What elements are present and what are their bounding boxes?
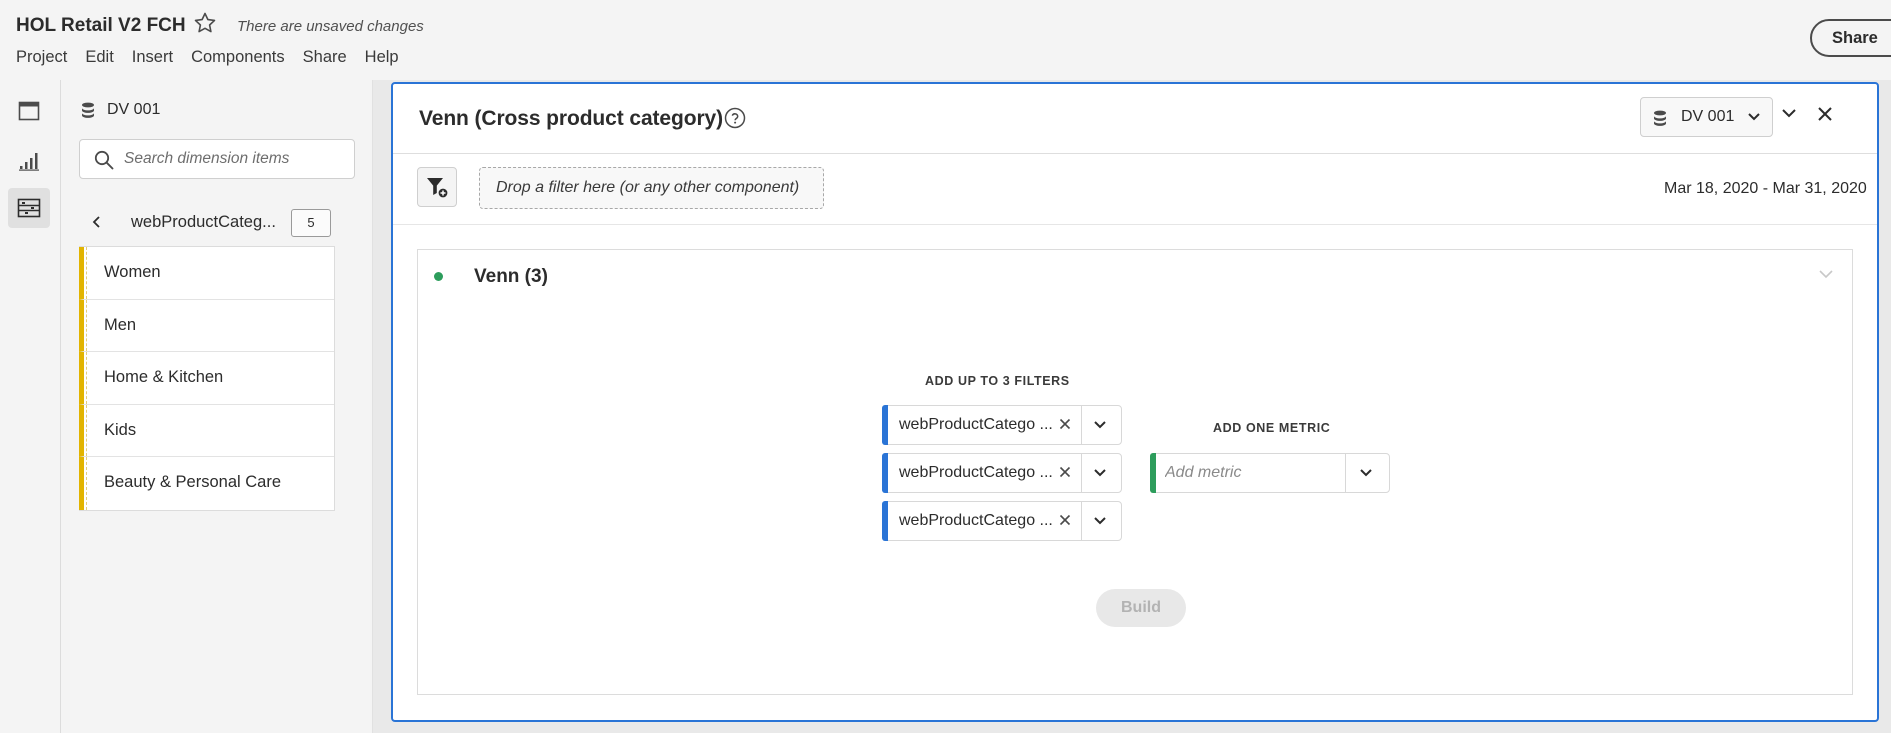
list-item-label: Men <box>104 315 137 334</box>
chevron-down-icon[interactable] <box>1818 268 1834 280</box>
panel-resize-handle[interactable] <box>373 80 391 733</box>
list-item-label: Beauty & Personal Care <box>104 473 282 492</box>
filter-accent-bar <box>882 405 888 445</box>
chevron-down-icon[interactable] <box>1093 467 1107 479</box>
filter-drop-zone[interactable]: Drop a filter here (or any other compone… <box>479 167 824 209</box>
chevron-down-icon[interactable] <box>1780 107 1798 121</box>
help-icon[interactable] <box>724 107 746 129</box>
data-view-picker-label: DV 001 <box>1681 108 1735 125</box>
project-title[interactable]: HOL Retail V2 FCH <box>16 15 186 37</box>
divider <box>1081 406 1082 444</box>
filter-slot[interactable]: webProductCatego ... <box>882 453 1122 493</box>
database-icon <box>82 102 94 118</box>
filter-accent-bar <box>882 501 888 541</box>
divider <box>393 224 1877 225</box>
divider <box>1345 454 1346 492</box>
data-view-label[interactable]: DV 001 <box>107 101 160 119</box>
filter-label: webProductCatego ... <box>899 512 1053 529</box>
close-icon[interactable] <box>1059 418 1071 430</box>
list-item-label: Women <box>104 263 161 281</box>
filter-slot[interactable]: webProductCatego ... <box>882 405 1122 445</box>
dimension-item-list: Women Men Home & Kitchen Kids Beauty & P… <box>79 246 335 511</box>
chevron-left-icon[interactable] <box>91 215 103 229</box>
visualizations-icon <box>19 153 39 171</box>
rail-components-button[interactable] <box>8 188 50 228</box>
list-item-label: Home & Kitchen <box>104 368 224 387</box>
list-item[interactable]: Women <box>79 247 334 300</box>
rail-panels-button[interactable] <box>8 91 50 131</box>
menu-help[interactable]: Help <box>365 48 399 67</box>
close-icon[interactable] <box>1816 105 1834 123</box>
dimension-search <box>79 139 355 179</box>
panel-title[interactable]: Venn (Cross product category) <box>419 107 723 131</box>
components-panel: DV 001 webProductCateg... 5 Women Men Ho… <box>61 80 373 733</box>
date-range[interactable]: Mar 18, 2020 - Mar 31, 2020 <box>1664 180 1867 198</box>
list-item[interactable]: Men <box>79 299 334 353</box>
item-count-badge: 5 <box>291 209 331 237</box>
filter-label: webProductCatego ... <box>899 464 1053 481</box>
list-item[interactable]: Beauty & Personal Care <box>79 457 334 510</box>
build-button[interactable]: Build <box>1096 589 1186 627</box>
metric-input[interactable] <box>1165 454 1345 492</box>
chevron-down-icon[interactable] <box>1093 515 1107 527</box>
filter-accent-bar <box>882 453 888 493</box>
filters-heading: ADD UP TO 3 FILTERS <box>925 374 1070 388</box>
search-input[interactable] <box>124 140 344 178</box>
menu-components[interactable]: Components <box>191 48 285 67</box>
workspace: Venn (Cross product category) DV 001 Dro… <box>391 80 1891 733</box>
menu-edit[interactable]: Edit <box>85 48 113 67</box>
list-item[interactable]: Home & Kitchen <box>79 352 334 405</box>
database-icon <box>1654 110 1666 126</box>
search-icon <box>94 150 114 170</box>
menu-share[interactable]: Share <box>303 48 347 67</box>
venn-visualization: Venn (3) ADD UP TO 3 FILTERS webProductC… <box>417 249 1853 695</box>
close-icon[interactable] <box>1059 514 1071 526</box>
panels-icon <box>18 101 40 121</box>
filter-slot[interactable]: webProductCatego ... <box>882 501 1122 541</box>
breadcrumb-dimension: webProductCateg... <box>131 213 276 231</box>
divider <box>393 153 1877 154</box>
unsaved-changes-notice: There are unsaved changes <box>237 18 424 35</box>
metric-heading: ADD ONE METRIC <box>1213 421 1331 435</box>
divider <box>1081 454 1082 492</box>
chevron-down-icon[interactable] <box>1359 467 1373 479</box>
list-item-label: Kids <box>104 420 137 439</box>
menu-project[interactable]: Project <box>16 48 67 67</box>
app-header: HOL Retail V2 FCH There are unsaved chan… <box>0 0 1891 80</box>
add-filter-button[interactable] <box>417 167 457 207</box>
freeform-panel: Venn (Cross product category) DV 001 Dro… <box>391 82 1879 722</box>
close-icon[interactable] <box>1059 466 1071 478</box>
metric-accent-bar <box>1150 453 1156 493</box>
menu-insert[interactable]: Insert <box>132 48 173 67</box>
chevron-down-icon[interactable] <box>1093 419 1107 431</box>
visualization-title[interactable]: Venn (3) <box>474 266 548 288</box>
status-dot <box>434 272 443 281</box>
data-view-picker[interactable]: DV 001 <box>1640 97 1773 137</box>
components-icon <box>17 198 41 218</box>
star-icon[interactable] <box>193 11 217 35</box>
filter-label: webProductCatego ... <box>899 416 1053 433</box>
list-item[interactable]: Kids <box>79 404 334 458</box>
filter-add-icon <box>427 178 449 199</box>
divider <box>1081 502 1082 540</box>
rail-visualizations-button[interactable] <box>8 141 50 181</box>
share-button[interactable]: Share <box>1810 19 1891 57</box>
menu-bar: Project Edit Insert Components Share Hel… <box>16 48 417 67</box>
chevron-down-icon <box>1748 113 1760 121</box>
metric-slot[interactable] <box>1150 453 1390 493</box>
left-rail <box>0 80 61 733</box>
